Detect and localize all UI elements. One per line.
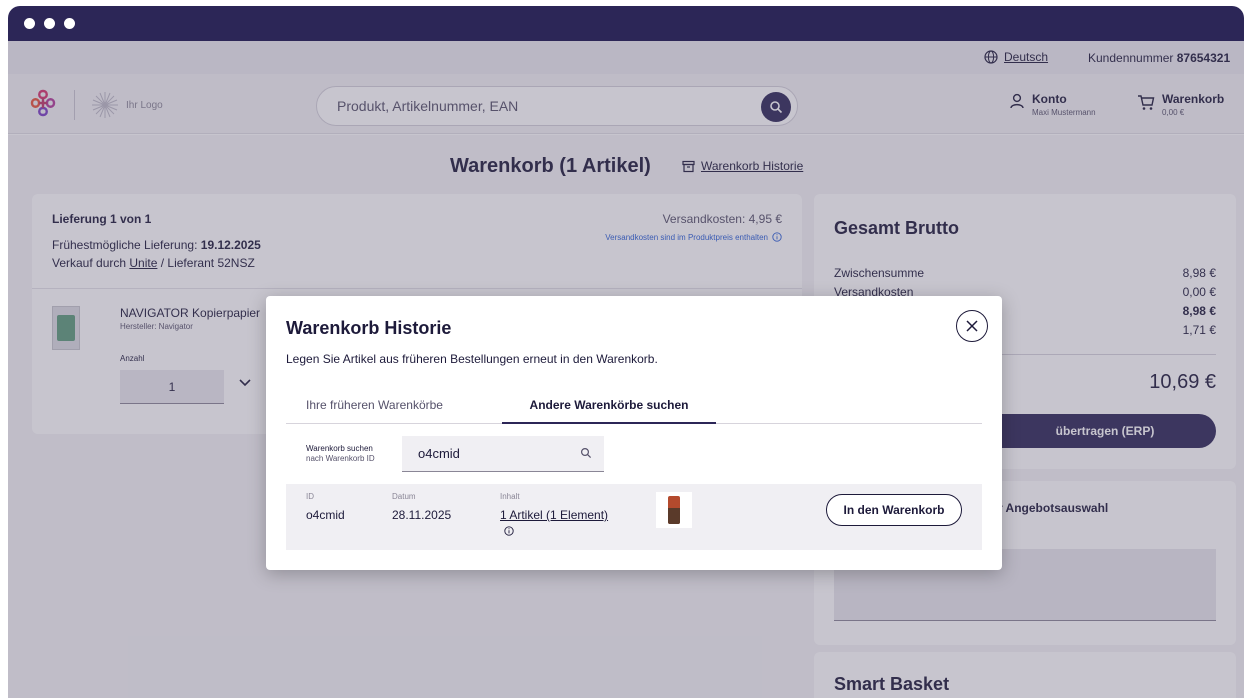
cart-id-input[interactable]: o4cmid <box>418 446 460 461</box>
result-id: o4cmid <box>306 508 345 522</box>
close-icon <box>966 320 978 332</box>
result-content-label: Inhalt <box>500 492 520 501</box>
cart-search-sublabel: nach Warenkorb ID <box>306 454 375 463</box>
window-dot[interactable] <box>44 18 55 29</box>
modal-subtitle: Legen Sie Artikel aus früheren Bestellun… <box>286 352 658 366</box>
tab-previous-carts[interactable]: Ihre früheren Warenkörbe <box>306 398 443 412</box>
result-product-thumbnail[interactable] <box>656 492 692 528</box>
info-icon[interactable] <box>504 526 514 536</box>
result-content-link[interactable]: 1 Artikel (1 Element) <box>500 508 608 522</box>
search-icon[interactable] <box>580 447 592 459</box>
close-button[interactable] <box>956 310 988 342</box>
tab-search-other-carts[interactable]: Andere Warenkörbe suchen <box>502 388 716 424</box>
cart-search-label: Warenkorb suchen <box>306 444 373 453</box>
cart-history-modal: Warenkorb Historie Legen Sie Artikel aus… <box>266 296 1002 570</box>
window-dot[interactable] <box>24 18 35 29</box>
table-row: ID o4cmid Datum 28.11.2025 Inhalt 1 Arti… <box>286 484 982 550</box>
add-to-cart-button[interactable]: In den Warenkorb <box>826 494 962 526</box>
window-dot[interactable] <box>64 18 75 29</box>
result-date: 28.11.2025 <box>392 508 452 522</box>
result-date-label: Datum <box>392 492 416 501</box>
modal-tabs: Ihre früheren Warenkörbe Andere Warenkör… <box>286 388 982 424</box>
window-titlebar <box>8 6 1244 41</box>
browser-window: Deutsch Kundennummer 87654321 Ihr Logo P… <box>8 6 1244 698</box>
modal-title: Warenkorb Historie <box>286 318 452 338</box>
result-id-label: ID <box>306 492 314 501</box>
cart-id-search[interactable]: o4cmid <box>402 436 604 472</box>
